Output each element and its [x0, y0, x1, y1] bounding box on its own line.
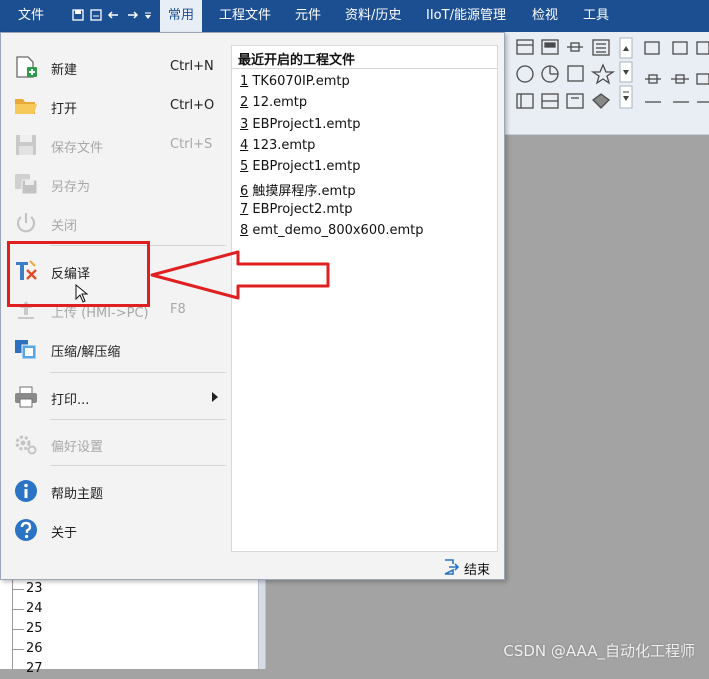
tree-item[interactable]: 25 — [26, 619, 43, 639]
submenu-arrow-icon — [212, 392, 218, 402]
menu-separator — [50, 419, 226, 420]
recent-file-item[interactable]: 3 EBProject1.emtp — [240, 117, 360, 132]
menu-save[interactable]: 保存文件 Ctrl+S — [0, 127, 230, 163]
mouse-cursor-icon — [75, 284, 89, 303]
tab-iiot-energy[interactable]: IIoT/能源管理 — [426, 0, 506, 32]
menu-save-as-label: 另存为 — [51, 180, 91, 195]
tree-connector — [12, 629, 24, 630]
question-icon — [15, 519, 37, 541]
menu-help-label: 帮助主题 — [51, 487, 104, 502]
menu-print-label: 打印... — [51, 393, 90, 408]
menu-save-label: 保存文件 — [51, 141, 104, 156]
tree-item[interactable]: 23 — [26, 579, 43, 599]
recent-file-item[interactable]: 7 EBProject2.mtp — [240, 202, 352, 217]
menu-new-shortcut: Ctrl+N — [170, 59, 214, 74]
quick-save-icon[interactable] — [72, 9, 84, 21]
recent-file-item[interactable]: 1 TK6070IP.emtp — [240, 74, 350, 89]
menu-compress-label: 压缩/解压缩 — [51, 345, 121, 360]
recent-file-item[interactable]: 2 12.emtp — [240, 95, 307, 110]
recent-file-item[interactable]: 4 123.emtp — [240, 138, 315, 153]
menu-open-shortcut: Ctrl+O — [170, 98, 215, 113]
ribbon-shape-icons — [516, 39, 616, 109]
menu-save-shortcut: Ctrl+S — [170, 137, 213, 152]
menu-close[interactable]: 关闭 — [0, 205, 230, 241]
compress-icon — [15, 340, 37, 360]
menu-print[interactable]: 打印... — [0, 379, 230, 415]
save-as-icon — [15, 174, 38, 195]
menu-new[interactable]: 新建 Ctrl+N — [0, 49, 230, 85]
tab-data-history[interactable]: 资料/历史 — [345, 0, 401, 32]
recent-divider — [232, 68, 497, 69]
tree-item[interactable]: 26 — [26, 639, 43, 659]
menu-close-label: 关闭 — [51, 219, 78, 234]
menu-preferences[interactable]: 偏好设置 — [0, 426, 230, 462]
menu-compress[interactable]: 压缩/解压缩 — [0, 331, 230, 367]
tab-common[interactable]: 常用 — [160, 0, 203, 32]
menu-help[interactable]: 帮助主题 — [0, 473, 230, 509]
tree-connector — [12, 609, 24, 610]
tree-item[interactable]: 24 — [26, 599, 43, 619]
menu-separator — [50, 465, 226, 466]
recent-file-item[interactable]: 6 触摸屏程序.emtp — [240, 180, 356, 199]
tree-connector — [12, 589, 24, 590]
tab-objects[interactable]: 元件 — [295, 0, 321, 32]
save-disk-icon — [16, 135, 36, 155]
menu-about[interactable]: 关于 — [0, 512, 230, 548]
recent-files-title: 最近开启的工程文件 — [238, 53, 356, 68]
ribbon-toolbar — [505, 32, 709, 135]
info-icon — [15, 480, 37, 502]
menu-file[interactable]: 文件 — [18, 0, 44, 32]
menu-upload-shortcut: F8 — [170, 302, 186, 317]
new-file-icon — [16, 56, 37, 78]
annotation-arrow — [150, 250, 330, 300]
menu-bar: 文件 常用 工程文件 元件 资料/历史 IIoT/能源管理 检视 工具 — [0, 0, 709, 32]
exit-button[interactable]: 结束 — [440, 557, 500, 578]
tab-project-file[interactable]: 工程文件 — [219, 0, 271, 32]
quick-access-dropdown-icon[interactable] — [144, 9, 152, 21]
gear-icon — [15, 435, 37, 455]
menu-open[interactable]: 打开 Ctrl+O — [0, 88, 230, 124]
recent-file-item[interactable]: 8 emt_demo_800x600.emtp — [240, 223, 424, 238]
exit-label: 结束 — [464, 563, 491, 578]
recent-file-item[interactable]: 5 EBProject1.emtp — [240, 159, 360, 174]
menu-save-as[interactable]: 另存为 — [0, 166, 230, 202]
menu-about-label: 关于 — [51, 526, 78, 541]
menu-new-label: 新建 — [51, 63, 78, 78]
watermark: CSDN @AAA_自动化工程师 — [503, 642, 695, 660]
exit-icon — [444, 559, 460, 575]
menu-open-label: 打开 — [51, 102, 78, 117]
printer-icon — [15, 386, 37, 408]
tree-item[interactable]: 27 — [26, 659, 43, 679]
menu-preferences-label: 偏好设置 — [51, 440, 104, 455]
tree-connector — [12, 649, 24, 650]
undo-icon[interactable] — [108, 9, 120, 21]
open-folder-icon — [15, 99, 37, 114]
tab-tools[interactable]: 工具 — [583, 0, 609, 32]
tab-view[interactable]: 检视 — [532, 0, 558, 32]
redo-icon[interactable] — [126, 9, 138, 21]
quick-saveall-icon[interactable] — [90, 9, 102, 21]
menu-separator — [50, 372, 226, 373]
power-icon — [16, 213, 36, 233]
